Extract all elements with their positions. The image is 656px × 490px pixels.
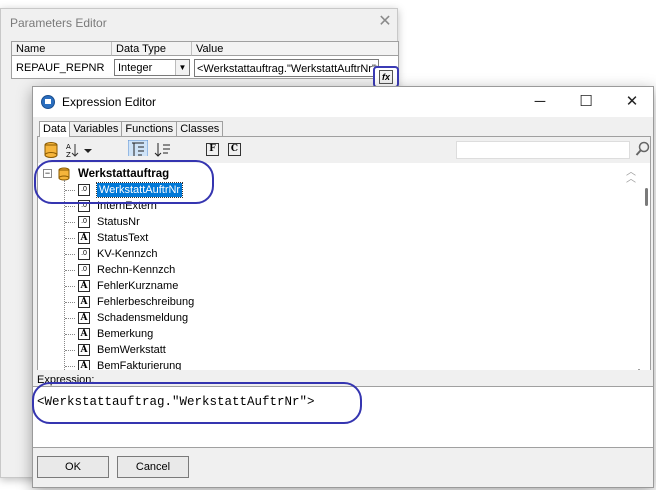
tree-item-label: FehlerKurzname: [97, 280, 179, 292]
parameters-grid: Name Data Type Value REPAUF_REPNR Intege…: [11, 41, 399, 79]
tree-item[interactable]: A Fehlerbeschreibung: [38, 294, 598, 310]
numeric-field-icon: .0: [78, 264, 90, 276]
tree-item[interactable]: A BemWerkstatt: [38, 342, 598, 358]
tree-item-label: BemWerkstatt: [97, 344, 166, 356]
column-header-value[interactable]: Value: [192, 42, 398, 56]
ok-button[interactable]: OK: [37, 456, 109, 478]
search-icon[interactable]: [635, 141, 651, 157]
scrollbar-thumb[interactable]: [645, 188, 648, 206]
minimize-icon[interactable]: ─: [517, 87, 563, 117]
tree-item[interactable]: .0 KV-Kennzch: [38, 246, 598, 262]
tree-item-label: Fehlerbeschreibung: [97, 296, 195, 308]
tab-variables[interactable]: Variables: [69, 121, 123, 137]
tree-item-label: Rechn-Kennzch: [97, 264, 176, 276]
close-icon[interactable]: ✕: [609, 87, 655, 117]
tree-connector: [65, 334, 75, 335]
text-field-icon: A: [78, 232, 90, 244]
numeric-field-icon: .0: [78, 216, 90, 228]
tree-connector: [65, 206, 75, 207]
annotation-highlight-expression: [32, 382, 362, 424]
f-button[interactable]: F: [206, 143, 219, 156]
text-field-icon: A: [78, 280, 90, 292]
tree-item[interactable]: A BemFakturierung: [38, 358, 598, 370]
tree-item[interactable]: .0 Rechn-Kennzch: [38, 262, 598, 278]
column-header-name[interactable]: Name: [12, 42, 112, 56]
data-type-value: Integer: [118, 62, 153, 74]
tree-connector: [65, 366, 75, 367]
tree-connector: [65, 302, 75, 303]
tree-item-label: StatusText: [97, 232, 149, 244]
expression-editor-titlebar[interactable]: Expression Editor ─ ☐ ✕: [33, 87, 653, 117]
search-input[interactable]: [456, 141, 630, 159]
numeric-field-icon: .0: [78, 248, 90, 260]
window-title: Expression Editor: [62, 95, 157, 109]
tree-connector: [65, 318, 75, 319]
expression-editor-button[interactable]: fx: [373, 66, 399, 88]
tree-item[interactable]: A FehlerKurzname: [38, 278, 598, 294]
data-type-select[interactable]: Integer ▼: [114, 59, 190, 76]
c-button[interactable]: C: [228, 143, 241, 156]
tab-classes[interactable]: Classes: [176, 121, 224, 137]
text-field-icon: A: [78, 328, 90, 340]
annotation-highlight-tree: [34, 160, 214, 204]
tree-connector: [65, 286, 75, 287]
svg-text:Z: Z: [66, 151, 71, 158]
chevron-down-icon[interactable]: ▼: [175, 60, 189, 75]
app-icon: [41, 95, 55, 109]
tree-connector: [65, 270, 75, 271]
sort-ascending-icon[interactable]: [128, 140, 148, 156]
close-icon[interactable]: ✕: [375, 12, 395, 32]
expression-editor-window: Expression Editor ─ ☐ ✕ Data Variables F…: [32, 86, 654, 488]
text-field-icon: A: [78, 312, 90, 324]
tree-connector: [65, 350, 75, 351]
sort-descending-icon[interactable]: [154, 142, 172, 158]
text-field-icon: A: [78, 296, 90, 308]
tree-item[interactable]: .0 StatusNr: [38, 214, 598, 230]
parameters-editor-titlebar[interactable]: Parameters Editor ✕: [1, 9, 397, 37]
tab-data[interactable]: Data: [39, 121, 71, 137]
collapse-all-icon[interactable]: ︿ ︿: [624, 168, 638, 185]
tree-item[interactable]: A Schadensmeldung: [38, 310, 598, 326]
text-field-icon: A: [78, 360, 90, 370]
svg-text:A: A: [66, 143, 71, 151]
sort-az-icon[interactable]: A Z: [64, 142, 94, 158]
tree-scrollbar[interactable]: [640, 164, 650, 370]
tree-item[interactable]: A Bemerkung: [38, 326, 598, 342]
tree-item-label: KV-Kennzch: [97, 248, 158, 260]
text-field-icon: A: [78, 344, 90, 356]
tree-item-label: Bemerkung: [97, 328, 154, 340]
tab-functions[interactable]: Functions: [121, 121, 178, 137]
param-value-field[interactable]: <Werkstattauftrag."WerkstattAuftrNr">: [194, 59, 379, 77]
cancel-button[interactable]: Cancel: [117, 456, 189, 478]
maximize-icon[interactable]: ☐: [563, 87, 609, 117]
param-name-cell[interactable]: REPAUF_REPNR: [16, 59, 104, 77]
tree-item-label: Schadensmeldung: [97, 312, 189, 324]
tree-item[interactable]: A StatusText: [38, 230, 598, 246]
window-title: Parameters Editor: [10, 16, 107, 30]
tree-connector: [65, 238, 75, 239]
tree-connector: [65, 222, 75, 223]
column-header-data-type[interactable]: Data Type: [112, 42, 192, 56]
database-icon[interactable]: [44, 142, 58, 158]
fx-icon: fx: [379, 70, 393, 84]
tree-connector: [65, 254, 75, 255]
tree-item-label: BemFakturierung: [97, 360, 182, 370]
tree-item-label: StatusNr: [97, 216, 140, 228]
